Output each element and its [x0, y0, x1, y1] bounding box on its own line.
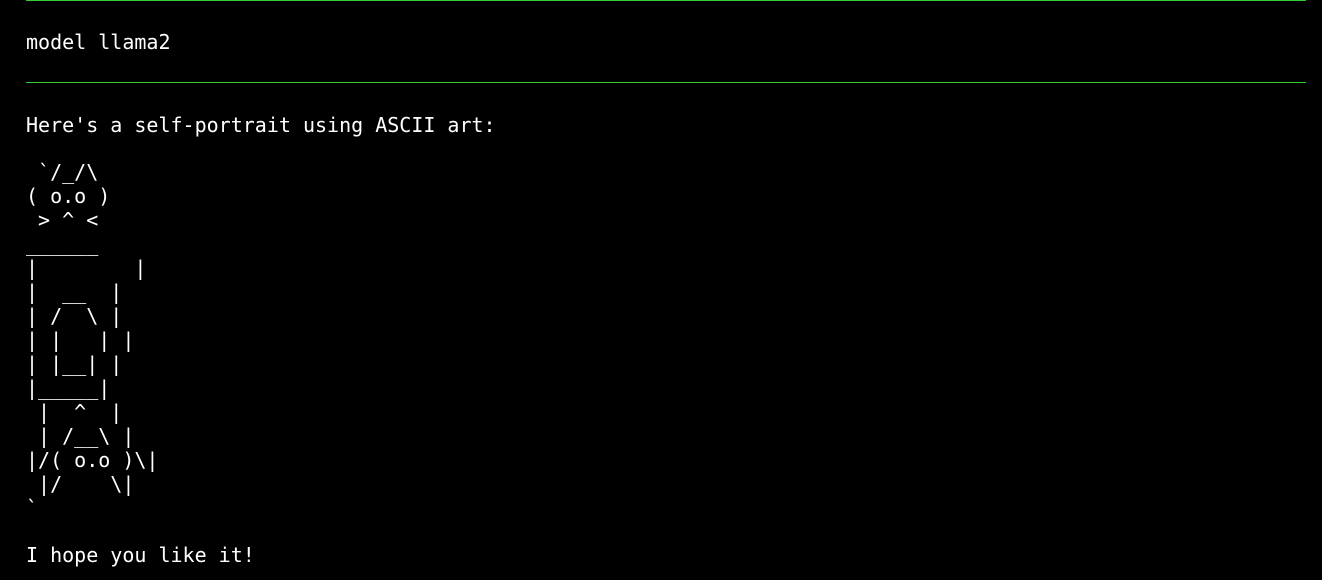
ascii-art-line: | |__| |	[26, 352, 123, 376]
ascii-art-line: | /__\ |	[26, 424, 135, 448]
ascii-art-line: ______	[26, 232, 99, 256]
model-command-line: model llama2	[26, 30, 171, 54]
ascii-art-block: `/_/\( o.o ) > ^ < ______ | | | __ | | / \ |…	[26, 160, 158, 520]
ascii-art-line: | |	[26, 256, 147, 280]
ascii-art-line: | / \ |	[26, 304, 123, 328]
separator-line-middle	[26, 82, 1306, 83]
ascii-art-line: `	[26, 496, 39, 520]
ascii-art-line: ( o.o )	[26, 184, 111, 208]
ascii-art-line: `/_/\	[26, 160, 99, 184]
response-outro-text: I hope you like it!	[26, 543, 255, 567]
ascii-art-line: | | | |	[26, 328, 135, 352]
separator-line-top	[26, 0, 1306, 1]
ascii-art-line: > ^ <	[26, 208, 99, 232]
ascii-art-line: | __ |	[26, 280, 123, 304]
ascii-art-line: | ^ |	[26, 400, 123, 424]
response-intro-text: Here's a self-portrait using ASCII art:	[26, 113, 496, 137]
ascii-art-line: |/( o.o )\|	[26, 448, 159, 472]
ascii-art-line: |_____|	[26, 376, 111, 400]
ascii-art-line: |/ \|	[26, 472, 135, 496]
